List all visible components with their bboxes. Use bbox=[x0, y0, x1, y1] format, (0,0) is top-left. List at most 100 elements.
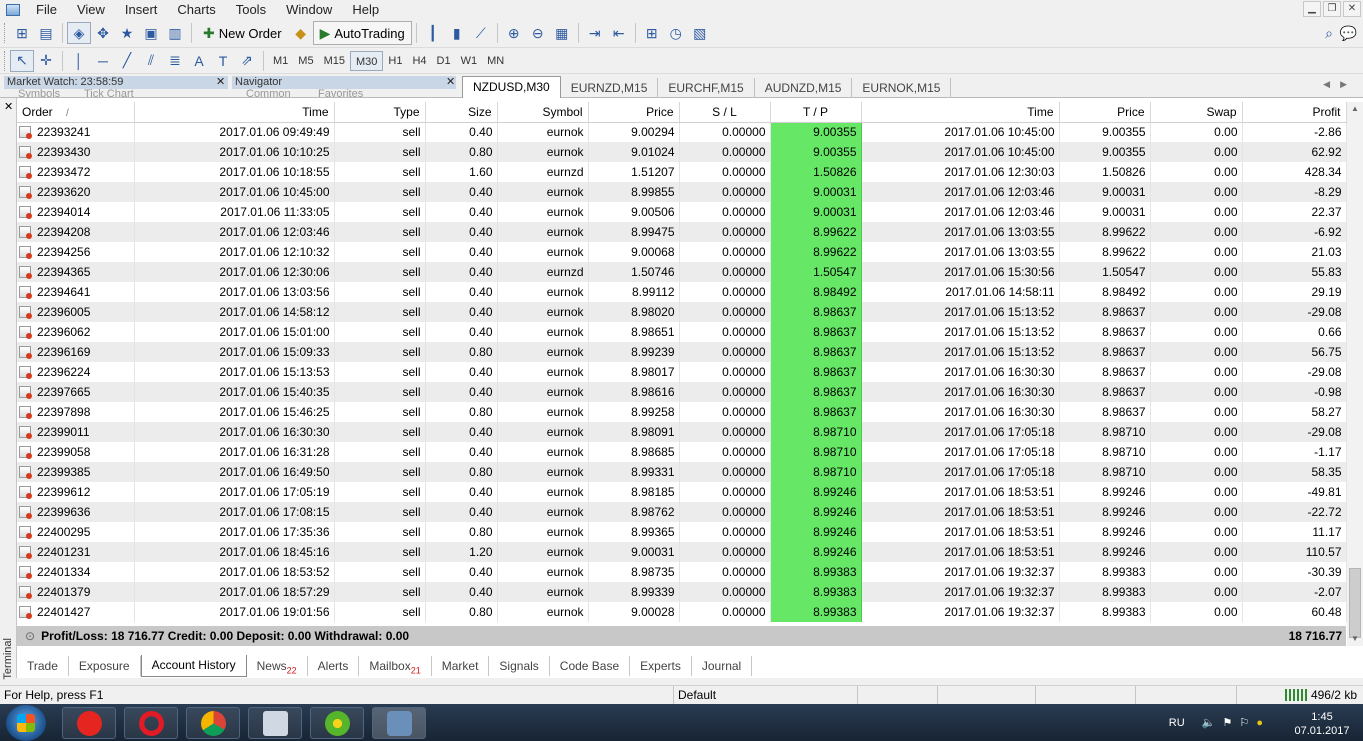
col-order[interactable]: Order / bbox=[17, 102, 135, 123]
table-row[interactable]: 22394641 2017.01.06 13:03:56 sell 0.40 eurno… bbox=[17, 282, 1347, 302]
connection-status[interactable]: 496/2 kb bbox=[1284, 688, 1357, 702]
auto-scroll-icon[interactable]: ⇥ bbox=[583, 22, 607, 44]
table-row[interactable]: 22401231 2017.01.06 18:45:16 sell 1.20 eurno… bbox=[17, 542, 1347, 562]
action-center-icon[interactable]: ⚐ bbox=[1239, 717, 1249, 729]
table-row[interactable]: 22399612 2017.01.06 17:05:19 sell 0.40 eurno… bbox=[17, 482, 1347, 502]
volume-icon[interactable]: 🔈 bbox=[1202, 717, 1216, 729]
menu-file[interactable]: File bbox=[26, 0, 67, 19]
table-row[interactable]: 22394365 2017.01.06 12:30:06 sell 0.40 eurnz… bbox=[17, 262, 1347, 282]
timeframe-h1[interactable]: H1 bbox=[383, 51, 407, 71]
table-row[interactable]: 22400295 2017.01.06 17:35:36 sell 0.80 eurno… bbox=[17, 522, 1347, 542]
vertical-line-icon[interactable]: │ bbox=[67, 50, 91, 72]
terminal-tab-code-base[interactable]: Code Base bbox=[550, 656, 631, 676]
col-close-price[interactable]: Price bbox=[1059, 102, 1151, 123]
terminal-tab-trade[interactable]: Trade bbox=[17, 656, 69, 676]
tray-app-icon[interactable]: ● bbox=[1256, 717, 1263, 729]
table-row[interactable]: 22393472 2017.01.06 10:18:55 sell 1.60 eurnz… bbox=[17, 162, 1347, 182]
timeframe-w1[interactable]: W1 bbox=[456, 51, 483, 71]
terminal-tab-signals[interactable]: Signals bbox=[489, 656, 550, 676]
zoom-in-icon[interactable]: ⊕ bbox=[502, 22, 526, 44]
col-size[interactable]: Size bbox=[425, 102, 498, 123]
search-icon[interactable]: ⌕ bbox=[1325, 25, 1333, 42]
navigator-icon[interactable]: ★ bbox=[115, 22, 139, 44]
table-row[interactable]: 22394208 2017.01.06 12:03:46 sell 0.40 eurno… bbox=[17, 222, 1347, 242]
tile-windows-icon[interactable]: ▦ bbox=[550, 22, 574, 44]
taskbar-opera[interactable] bbox=[124, 707, 178, 739]
timeframe-h4[interactable]: H4 bbox=[407, 51, 431, 71]
data-window-icon[interactable]: ✥ bbox=[91, 22, 115, 44]
profiles-icon[interactable]: ▤ bbox=[34, 22, 58, 44]
table-row[interactable]: 22394256 2017.01.06 12:10:32 sell 0.40 eurno… bbox=[17, 242, 1347, 262]
menu-help[interactable]: Help bbox=[342, 0, 389, 19]
timeframe-m5[interactable]: M5 bbox=[293, 51, 318, 71]
timeframe-m30[interactable]: M30 bbox=[349, 50, 384, 71]
autotrading-button[interactable]: ▶ AutoTrading bbox=[312, 21, 412, 45]
table-row[interactable]: 22393620 2017.01.06 10:45:00 sell 0.40 eurno… bbox=[17, 182, 1347, 202]
table-row[interactable]: 22397665 2017.01.06 15:40:35 sell 0.40 eurno… bbox=[17, 382, 1347, 402]
terminal-tab-experts[interactable]: Experts bbox=[630, 656, 692, 676]
scroll-up-icon[interactable]: ▲ bbox=[1351, 104, 1359, 113]
metaeditor-icon[interactable]: ◆ bbox=[289, 22, 313, 44]
menu-view[interactable]: View bbox=[67, 0, 115, 19]
cursor-icon[interactable]: ↖ bbox=[10, 49, 34, 72]
chart-tab-eurnok[interactable]: EURNOK,M15 bbox=[852, 78, 952, 98]
terminal-tab-market[interactable]: Market bbox=[432, 656, 490, 676]
network-icon[interactable]: ⚑ bbox=[1222, 717, 1232, 729]
table-row[interactable]: 22397898 2017.01.06 15:46:25 sell 0.80 eurno… bbox=[17, 402, 1347, 422]
col-close-time[interactable]: Time bbox=[861, 102, 1060, 123]
restore-icon[interactable]: ❐ bbox=[1323, 1, 1341, 17]
indicators-icon[interactable]: ⊞ bbox=[640, 22, 664, 44]
col-open-price[interactable]: Price bbox=[588, 102, 680, 123]
scroll-down-icon[interactable]: ▼ bbox=[1351, 634, 1359, 643]
menu-insert[interactable]: Insert bbox=[115, 0, 168, 19]
terminal-icon[interactable]: ▣ bbox=[139, 22, 163, 44]
text-icon[interactable]: A bbox=[187, 50, 211, 72]
chart-shift-icon[interactable]: ⇤ bbox=[607, 22, 631, 44]
timeframe-d1[interactable]: D1 bbox=[432, 51, 456, 71]
col-symbol[interactable]: Symbol bbox=[497, 102, 589, 123]
col-open-time[interactable]: Time bbox=[134, 102, 335, 123]
bar-chart-icon[interactable]: ┃ bbox=[421, 22, 445, 44]
fibonacci-icon[interactable]: ≣ bbox=[163, 50, 187, 72]
table-row[interactable]: 22401334 2017.01.06 18:53:52 sell 0.40 eurno… bbox=[17, 562, 1347, 582]
market-watch-close-icon[interactable]: ✕ bbox=[216, 75, 225, 88]
market-watch-icon[interactable]: ◈ bbox=[67, 22, 91, 44]
trendline-icon[interactable]: ╱ bbox=[115, 50, 139, 72]
terminal-tab-journal[interactable]: Journal bbox=[692, 656, 753, 676]
candlesticks-icon[interactable]: ▮ bbox=[445, 22, 469, 44]
terminal-tab-exposure[interactable]: Exposure bbox=[69, 656, 141, 676]
crosshair-icon[interactable]: ✛ bbox=[34, 50, 58, 72]
tab-scroll-icon[interactable]: ◀▶ bbox=[1323, 79, 1357, 90]
start-button[interactable] bbox=[6, 705, 46, 741]
new-chart-icon[interactable]: ⊞ bbox=[10, 22, 34, 44]
terminal-tab-news[interactable]: News22 bbox=[247, 656, 308, 676]
chat-icon[interactable]: 💬 bbox=[1340, 25, 1357, 42]
timeframe-m15[interactable]: M15 bbox=[319, 51, 350, 71]
horizontal-line-icon[interactable]: ─ bbox=[91, 50, 115, 72]
language-indicator[interactable]: RU bbox=[1169, 717, 1185, 729]
strategy-tester-icon[interactable]: ▥ bbox=[163, 22, 187, 44]
col-tp[interactable]: T / P bbox=[770, 102, 862, 123]
chart-tab-audnzd[interactable]: AUDNZD,M15 bbox=[755, 78, 853, 98]
table-row[interactable]: 22393430 2017.01.06 10:10:25 sell 0.80 eurno… bbox=[17, 142, 1347, 162]
table-row[interactable]: 22399385 2017.01.06 16:49:50 sell 0.80 eurno… bbox=[17, 462, 1347, 482]
zoom-out-icon[interactable]: ⊖ bbox=[526, 22, 550, 44]
taskbar-calculator[interactable] bbox=[248, 707, 302, 739]
minimize-icon[interactable]: ▁ bbox=[1303, 1, 1321, 17]
table-scrollbar[interactable]: ▲ ▼ bbox=[1347, 102, 1363, 646]
col-sl[interactable]: S / L bbox=[679, 102, 771, 123]
taskbar-chrome[interactable] bbox=[186, 707, 240, 739]
menu-tools[interactable]: Tools bbox=[226, 0, 276, 19]
templates-icon[interactable]: ▧ bbox=[688, 22, 712, 44]
table-row[interactable]: 22401427 2017.01.06 19:01:56 sell 0.80 eurno… bbox=[17, 602, 1347, 622]
chart-tab-eurchf[interactable]: EURCHF,M15 bbox=[658, 78, 755, 98]
new-order-button[interactable]: ✚ New Order bbox=[196, 21, 289, 45]
table-row[interactable]: 22401379 2017.01.06 18:57:29 sell 0.40 eurno… bbox=[17, 582, 1347, 602]
table-row[interactable]: 22399011 2017.01.06 16:30:30 sell 0.40 eurno… bbox=[17, 422, 1347, 442]
col-swap[interactable]: Swap bbox=[1150, 102, 1243, 123]
scroll-thumb[interactable] bbox=[1349, 568, 1361, 638]
table-row[interactable]: 22396224 2017.01.06 15:13:53 sell 0.40 eurno… bbox=[17, 362, 1347, 382]
table-row[interactable]: 22396005 2017.01.06 14:58:12 sell 0.40 eurno… bbox=[17, 302, 1347, 322]
table-row[interactable]: 22399058 2017.01.06 16:31:28 sell 0.40 eurno… bbox=[17, 442, 1347, 462]
equidistant-channel-icon[interactable]: ⫽ bbox=[139, 50, 163, 72]
